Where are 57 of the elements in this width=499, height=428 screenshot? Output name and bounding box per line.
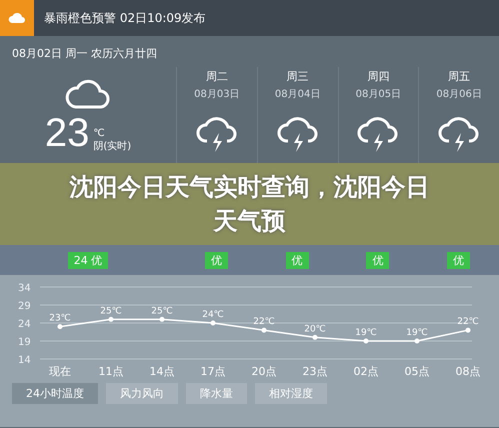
value-label: 22℃ <box>457 317 479 328</box>
value-label: 22℃ <box>253 317 275 328</box>
value-label: 23℃ <box>49 314 71 324</box>
axis-tick: 19 <box>18 337 31 348</box>
cloud-icon <box>64 77 112 109</box>
axis-label: 17点 <box>200 365 226 378</box>
date-text: 08月06日 <box>436 88 482 101</box>
condition-text: 阴(实时) <box>93 140 132 153</box>
alert-text[interactable]: 暴雨橙色预警 02日10:09发布 <box>44 10 206 26</box>
axis-tick: 14 <box>18 355 31 366</box>
value-label: 24℃ <box>202 310 224 320</box>
axis-label: 20点 <box>252 365 276 378</box>
air-quality-badge: 优 <box>204 252 228 268</box>
weekday-text: 周四 <box>367 69 390 84</box>
value-label: 19℃ <box>406 328 428 338</box>
unit-text: ℃ <box>93 128 106 139</box>
axis-label: 05点 <box>404 365 430 378</box>
chart-tab[interactable]: 风力风向 <box>106 383 178 404</box>
air-quality-badge: 24 优 <box>68 252 108 268</box>
axis-label: 14点 <box>150 365 174 378</box>
axis-label: 02点 <box>354 365 378 378</box>
chart-tab[interactable]: 24小时温度 <box>12 383 98 404</box>
air-quality-badge: 优 <box>286 252 309 268</box>
cloud-warning-icon <box>0 0 34 36</box>
value-label: 25℃ <box>100 306 122 316</box>
data-point <box>262 328 266 333</box>
data-point <box>312 334 318 340</box>
axis-label: 11点 <box>98 365 124 378</box>
axis-label: 23点 <box>302 365 328 378</box>
data-point <box>210 320 216 326</box>
date-text: 08月02日 周一 农历六月廿四 <box>11 46 158 62</box>
date-text: 08月04日 <box>274 88 320 101</box>
axis-label: 08点 <box>456 365 480 378</box>
date-text: 08月05日 <box>356 88 402 101</box>
value-label: 25℃ <box>151 306 173 316</box>
air-quality-badge: 优 <box>366 252 390 268</box>
chart-tab[interactable]: 相对湿度 <box>255 383 327 404</box>
data-point <box>414 338 420 344</box>
data-point <box>160 316 164 322</box>
data-point <box>466 328 470 333</box>
weekday-text: 周二 <box>206 69 228 84</box>
axis-label: 现在 <box>49 365 71 378</box>
value-label: 19℃ <box>355 328 377 338</box>
axis-tick: 24 <box>18 319 31 330</box>
data-point <box>58 324 62 330</box>
weekday-text: 周三 <box>286 69 309 84</box>
date-text: 08月03日 <box>194 88 240 101</box>
data-point <box>108 316 114 322</box>
headline-text: 沈阳今日天气实时查询，沈阳今日天气预 <box>68 172 430 237</box>
temperature: 23 <box>44 113 90 153</box>
data-point <box>364 338 368 344</box>
chart-tab[interactable]: 降水量 <box>186 383 247 404</box>
air-quality-badge: 优 <box>447 252 470 268</box>
axis-tick: 34 <box>18 283 31 294</box>
value-label: 20℃ <box>304 324 326 334</box>
axis-tick: 29 <box>18 301 31 312</box>
weekday-text: 周五 <box>448 69 470 84</box>
